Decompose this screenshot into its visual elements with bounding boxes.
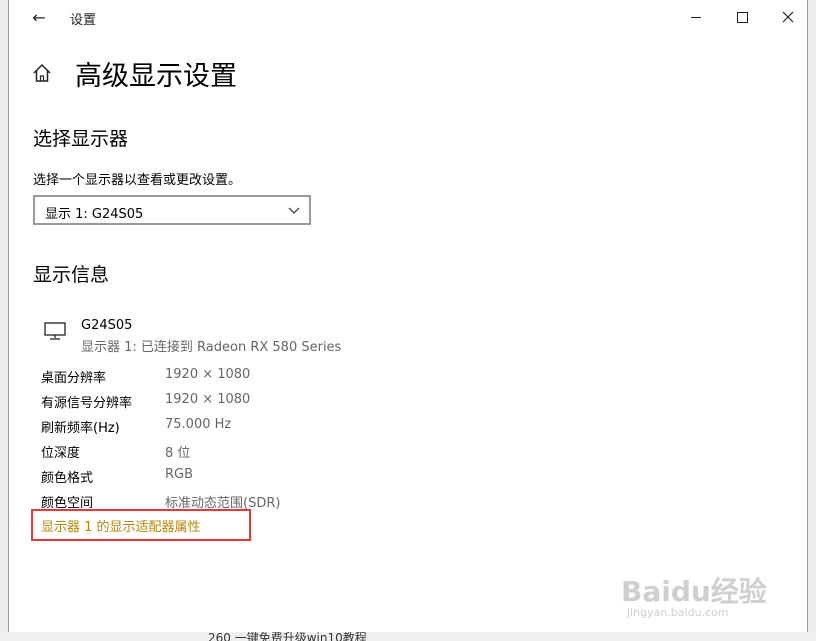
background-taskbar-text: 260 一键免费升级win10教程: [208, 632, 367, 641]
monitor-name: G24S05: [81, 318, 133, 333]
info-row-color-format: 颜色格式 RGB: [41, 467, 341, 486]
info-label: 有源信号分辨率: [41, 396, 133, 411]
close-button[interactable]: [765, 0, 811, 34]
maximize-icon: [736, 11, 748, 23]
info-label: 颜色格式: [41, 471, 94, 486]
display-select-dropdown[interactable]: 显示 1: G24S05: [33, 195, 311, 225]
chevron-down-icon: [288, 207, 300, 214]
minimize-button[interactable]: [673, 0, 719, 34]
select-display-heading: 选择显示器: [33, 128, 129, 150]
back-button[interactable]: ←: [19, 2, 59, 32]
close-icon: [782, 11, 794, 23]
background-right: [808, 0, 816, 641]
info-row-color-space: 颜色空间 标准动态范围(SDR): [41, 492, 341, 511]
minimize-icon: [691, 16, 701, 18]
info-row-bit-depth: 位深度 8 位: [41, 442, 341, 461]
monitor-connection: 显示器 1: 已连接到 Radeon RX 580 Series: [81, 340, 342, 355]
title-bar: ← 设置: [9, 0, 807, 34]
monitor-icon: [44, 322, 66, 340]
info-value: 1920 × 1080: [165, 367, 251, 382]
home-icon[interactable]: [31, 62, 53, 84]
display-info-heading: 显示信息: [33, 264, 110, 286]
info-row-active-signal-resolution: 有源信号分辨率 1920 × 1080: [41, 392, 341, 411]
settings-window: ← 设置 高级显示设置 选择显示器 选择一个显示器以查看或更改设置。 显示 1:…: [8, 0, 808, 632]
background-bottom: [0, 632, 816, 641]
info-value: 8 位: [165, 446, 191, 461]
info-label: 桌面分辨率: [41, 371, 107, 386]
maximize-button[interactable]: [719, 0, 765, 34]
watermark-logo: Baidu经验: [621, 575, 767, 608]
back-arrow-icon: ←: [32, 7, 46, 27]
display-adapter-properties-link[interactable]: 显示器 1 的显示适配器属性: [41, 516, 201, 535]
background-left: [0, 0, 8, 641]
info-row-refresh-rate: 刷新频率(Hz) 75.000 Hz: [41, 417, 341, 436]
info-value: 75.000 Hz: [165, 417, 232, 432]
page-title: 高级显示设置: [75, 61, 237, 92]
info-label: 位深度: [41, 446, 81, 461]
window-title: 设置: [70, 13, 97, 28]
info-value: 1920 × 1080: [165, 392, 251, 407]
dropdown-selected-value: 显示 1: G24S05: [45, 207, 144, 222]
select-display-description: 选择一个显示器以查看或更改设置。: [33, 173, 242, 188]
info-value: RGB: [165, 467, 194, 482]
watermark-url: jingyan.baidu.com: [627, 606, 729, 619]
info-row-desktop-resolution: 桌面分辨率 1920 × 1080: [41, 367, 341, 386]
info-label: 刷新频率(Hz): [41, 421, 120, 436]
